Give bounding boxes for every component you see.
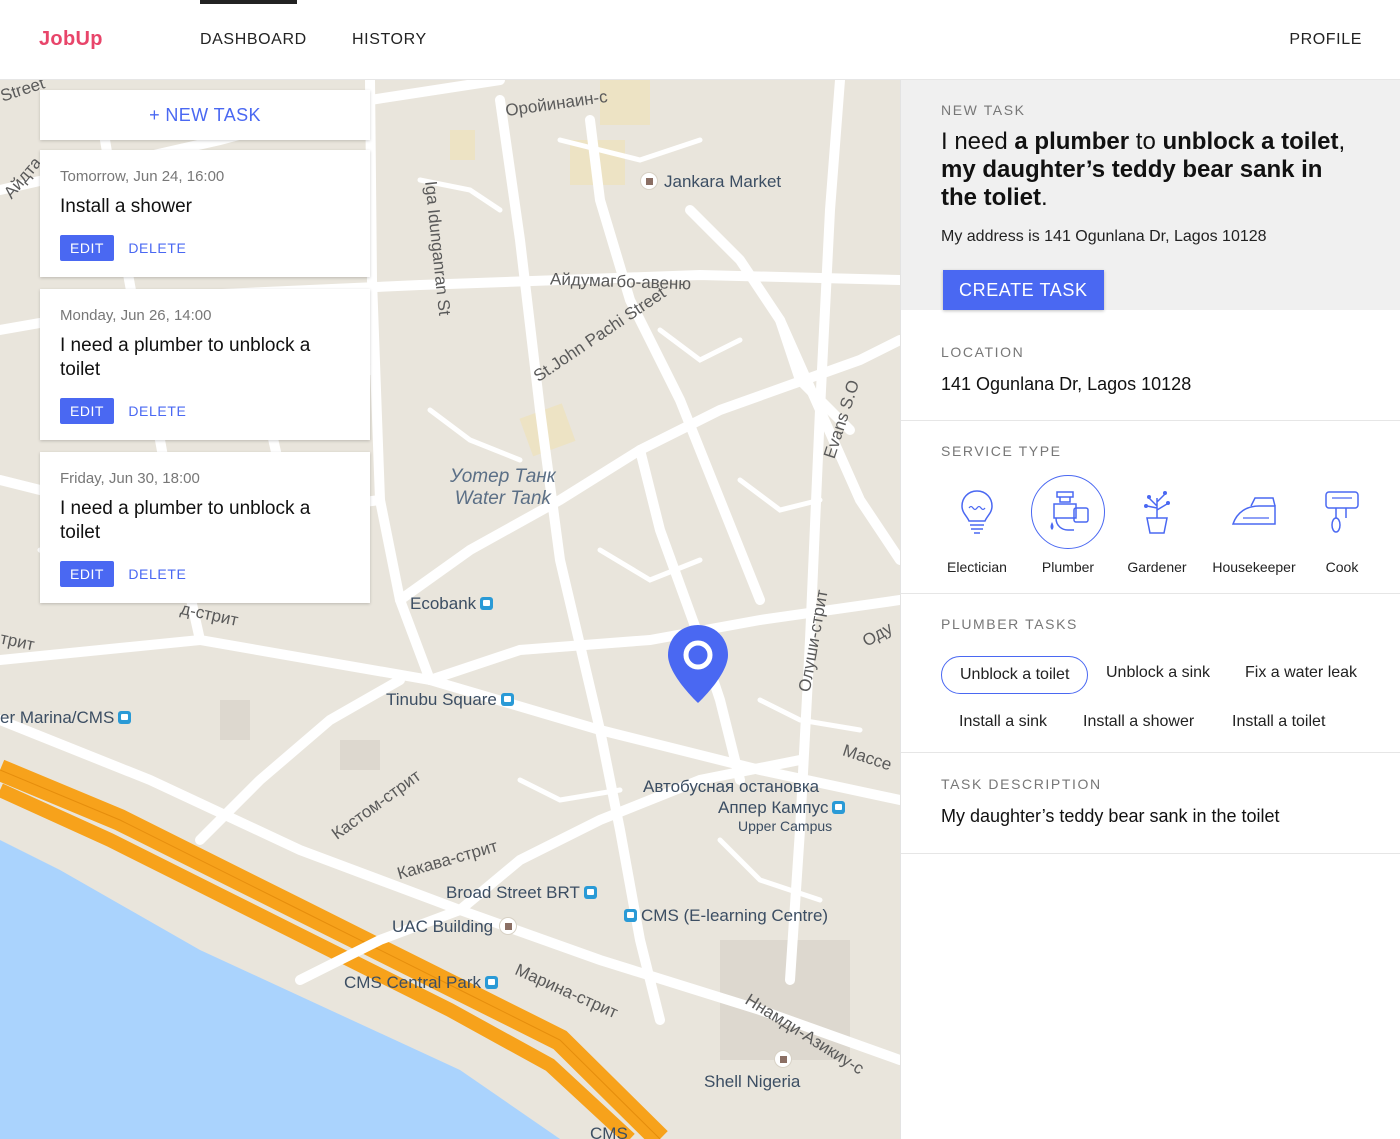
task-title: Install a shower bbox=[60, 196, 193, 217]
location-value[interactable]: 141 Ogunlana Dr, Lagos 10128 bbox=[941, 374, 1360, 395]
service-name: Plumber bbox=[1041, 559, 1095, 575]
edit-task-button[interactable]: EDIT bbox=[60, 561, 114, 587]
task-chip-install-toilet[interactable]: Install a toilet bbox=[1213, 703, 1344, 741]
location-section: LOCATION 141 Ogunlana Dr, Lagos 10128 bbox=[901, 310, 1400, 421]
service-cook[interactable]: Cook bbox=[1292, 475, 1392, 575]
task-form-panel: NEW TASK I need a plumber to unblock a t… bbox=[900, 80, 1400, 1139]
tab-dashboard[interactable]: DASHBOARD bbox=[200, 0, 306, 80]
task-actions: EDIT DELETE bbox=[60, 398, 350, 424]
task-summary-text: I need a plumber to unblock a toilet, my… bbox=[941, 128, 1346, 211]
task-title: I need a plumber to unblock a toilet bbox=[60, 335, 311, 380]
map-poi-tinubu: Tinubu Square bbox=[386, 690, 514, 710]
service-gardener[interactable]: Gardener bbox=[1107, 475, 1207, 575]
create-task-button[interactable]: CREATE TASK bbox=[943, 270, 1104, 310]
map-poi-jankara: Jankara Market bbox=[640, 172, 781, 192]
edit-task-button[interactable]: EDIT bbox=[60, 235, 114, 261]
address-text: My address is 141 Ogunlana Dr, Lagos 101… bbox=[941, 228, 1267, 245]
section-label: SERVICE TYPE bbox=[941, 443, 1062, 459]
top-navigation-bar: JobUp DASHBOARD HISTORY PROFILE bbox=[0, 0, 1400, 80]
plant-pot-icon bbox=[1144, 491, 1170, 534]
service-name: Gardener bbox=[1127, 559, 1187, 575]
location-pin-icon[interactable] bbox=[666, 623, 730, 705]
task-chip-install-sink[interactable]: Install a sink bbox=[940, 703, 1066, 741]
service-name: Electician bbox=[947, 559, 1007, 575]
task-title: I need a plumber to unblock a toilet bbox=[60, 498, 311, 543]
task-date: Monday, Jun 26, 14:00 bbox=[60, 307, 212, 324]
map-water-tank-label: Уотер Танк Water Tank bbox=[450, 466, 556, 509]
map-poi-uac: UAC Building bbox=[392, 917, 518, 937]
task-description-section: TASK DESCRIPTION My daughter’s teddy bea… bbox=[901, 753, 1400, 854]
new-task-summary: NEW TASK I need a plumber to unblock a t… bbox=[901, 80, 1400, 310]
task-chip-install-shower[interactable]: Install a shower bbox=[1064, 703, 1213, 741]
plumber-tasks-section: PLUMBER TASKS Unblock a toilet Unblock a… bbox=[901, 594, 1400, 753]
map-poi-broad-street: Broad Street BRT bbox=[446, 883, 597, 903]
delete-task-button[interactable]: DELETE bbox=[128, 566, 186, 582]
service-type-section: SERVICE TYPE Electician Plumber Gardener… bbox=[901, 421, 1400, 594]
task-actions: EDIT DELETE bbox=[60, 235, 350, 261]
plumber-icon bbox=[1050, 491, 1089, 531]
task-date: Friday, Jun 30, 18:00 bbox=[60, 470, 200, 487]
app-logo[interactable]: JobUp bbox=[39, 28, 103, 51]
section-label: NEW TASK bbox=[941, 102, 1026, 118]
section-label: PLUMBER TASKS bbox=[941, 616, 1078, 632]
service-type-list: Electician Plumber Gardener Housekeeper … bbox=[901, 475, 1400, 585]
section-label: LOCATION bbox=[941, 344, 1025, 360]
map-upper-campus-en: Upper Campus bbox=[738, 818, 833, 834]
task-date: Tomorrow, Jun 24, 16:00 bbox=[60, 168, 225, 185]
service-name: Housekeeper bbox=[1212, 559, 1296, 575]
map-poi-ecobank: Ecobank bbox=[410, 594, 494, 614]
tab-history[interactable]: HISTORY bbox=[352, 0, 427, 80]
service-plumber[interactable]: Plumber bbox=[1018, 475, 1118, 575]
map-bus-stop-label: Автобусная остановка bbox=[643, 777, 820, 796]
delete-task-button[interactable]: DELETE bbox=[128, 403, 186, 419]
section-label: TASK DESCRIPTION bbox=[941, 776, 1102, 792]
service-name: Cook bbox=[1325, 559, 1359, 575]
iron-icon bbox=[1231, 497, 1276, 525]
mixer-icon bbox=[1325, 491, 1359, 533]
map-poi-shell: Shell Nigeria bbox=[704, 1050, 800, 1092]
map-poi-cms-elearning: CMS (E-learning Centre) bbox=[624, 906, 828, 926]
task-card: Friday, Jun 30, 18:00 I need a plumber t… bbox=[40, 452, 370, 603]
task-chip-unblock-sink[interactable]: Unblock a sink bbox=[1087, 654, 1229, 692]
edit-task-button[interactable]: EDIT bbox=[60, 398, 114, 424]
lightbulb-icon bbox=[961, 490, 993, 534]
service-electrician[interactable]: Electician bbox=[927, 475, 1027, 575]
task-card: Tomorrow, Jun 24, 16:00 Install a shower… bbox=[40, 150, 370, 277]
map-poi-marina-cms: er Marina/CMS bbox=[0, 708, 132, 728]
new-task-button[interactable]: + NEW TASK bbox=[40, 90, 370, 140]
profile-link[interactable]: PROFILE bbox=[1289, 0, 1362, 80]
task-chip-unblock-toilet[interactable]: Unblock a toilet bbox=[941, 656, 1089, 694]
service-housekeeper[interactable]: Housekeeper bbox=[1204, 475, 1304, 575]
task-card: Monday, Jun 26, 14:00 I need a plumber t… bbox=[40, 289, 370, 440]
task-chip-fix-water-leak[interactable]: Fix a water leak bbox=[1226, 654, 1376, 692]
map-poi-upper-campus: Аппер Кампус bbox=[718, 798, 846, 818]
task-description-value[interactable]: My daughter’s teddy bear sank in the toi… bbox=[941, 806, 1360, 827]
map-cms-bottom-label: CMS bbox=[590, 1124, 628, 1139]
delete-task-button[interactable]: DELETE bbox=[128, 240, 186, 256]
map-poi-cms-park: CMS Central Park bbox=[344, 973, 498, 993]
task-actions: EDIT DELETE bbox=[60, 561, 350, 587]
